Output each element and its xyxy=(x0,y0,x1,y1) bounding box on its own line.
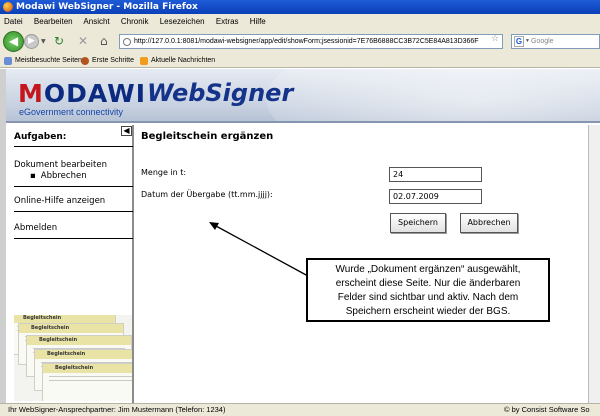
menu-ansicht[interactable]: Ansicht xyxy=(83,17,109,26)
quantity-field[interactable]: 24 xyxy=(389,167,482,182)
bookmark-star-icon[interactable]: ☆ xyxy=(491,34,499,44)
collapse-arrow-icon[interactable]: ◀ xyxy=(121,126,132,136)
callout-line: erscheint diese Seite. Nur die änderbare… xyxy=(335,278,521,289)
menu-chronik[interactable]: Chronik xyxy=(121,17,149,26)
site-icon xyxy=(123,38,131,46)
history-dropdown-icon[interactable]: ▼ xyxy=(41,38,46,45)
bookmarks-toolbar: Meistbesuchte Seiten Erste Schritte Aktu… xyxy=(0,54,600,68)
bookmark-latest-news[interactable]: Aktuelle Nachrichten xyxy=(140,54,215,68)
product-name: WebSigner xyxy=(147,79,294,107)
google-icon[interactable]: G xyxy=(514,36,524,47)
url-text: http://127.0.0.1:8081/modawi-websigner/a… xyxy=(134,38,479,45)
scrollbar[interactable] xyxy=(588,125,600,404)
document-thumbnails: Begleitschein Begleitschein Begleitschei… xyxy=(14,315,132,401)
menu-hilfe[interactable]: Hilfe xyxy=(250,17,266,26)
menu-lesezeichen[interactable]: Lesezeichen xyxy=(160,17,205,26)
navigation-toolbar: ◀ ▶ ▼ ↻ ✕ ⌂ http://127.0.0.1:8081/modawi… xyxy=(0,29,600,54)
menu-datei[interactable]: Datei xyxy=(4,17,23,26)
divider xyxy=(14,186,133,187)
window-title: Modawi WebSigner - Mozilla Firefox xyxy=(16,2,198,12)
divider xyxy=(14,146,133,147)
handover-date-label: Datum der Übergabe (tt.mm.jjjj): xyxy=(141,190,273,199)
bookmark-label: Erste Schritte xyxy=(92,57,135,64)
quantity-label: Menge in t: xyxy=(141,168,187,177)
sidebar-link-online-help[interactable]: Online-Hilfe anzeigen xyxy=(14,196,105,206)
menu-extras[interactable]: Extras xyxy=(216,17,239,26)
page-title: Begleitschein ergänzen xyxy=(141,131,274,142)
modawi-logo: MODAWI xyxy=(18,79,146,108)
reload-icon[interactable]: ↻ xyxy=(54,34,64,48)
sidebar-link-logout[interactable]: Abmelden xyxy=(14,223,57,233)
window-titlebar: Modawi WebSigner - Mozilla Firefox xyxy=(0,0,600,14)
forward-button[interactable]: ▶ xyxy=(24,34,39,49)
copyright: © by Consist Software So xyxy=(504,405,590,414)
menu-bar: Datei Bearbeiten Ansicht Chronik Lesezei… xyxy=(0,14,600,29)
logo-tagline: eGovernment connectivity xyxy=(19,107,124,117)
task-sidebar: ◀ Aufgaben: Dokument bearbeiten Abbreche… xyxy=(6,125,134,404)
contact-info: Ihr WebSigner-Ansprechpartner: Jim Muste… xyxy=(8,405,226,414)
banner-decoration xyxy=(266,69,600,121)
search-engine-dropdown-icon[interactable]: ▼ xyxy=(525,35,530,48)
annotation-callout: Wurde „Dokument ergänzen“ ausgewählt, er… xyxy=(306,258,550,322)
firefox-icon xyxy=(3,2,13,12)
stop-icon[interactable]: ✕ xyxy=(78,34,88,48)
bookmark-most-visited[interactable]: Meistbesuchte Seiten xyxy=(4,54,82,68)
search-placeholder: Google xyxy=(531,38,554,45)
thumbnail: Begleitschein xyxy=(42,363,132,401)
save-button[interactable]: Speichern xyxy=(390,213,446,233)
callout-line: Wurde „Dokument ergänzen“ ausgewählt, xyxy=(335,264,521,275)
handover-date-field[interactable]: 02.07.2009 xyxy=(389,189,482,204)
firefox-bookmark-icon xyxy=(81,57,89,65)
search-input[interactable]: G ▼ Google xyxy=(511,34,600,49)
divider xyxy=(14,238,133,239)
menu-bearbeiten[interactable]: Bearbeiten xyxy=(34,17,73,26)
app-banner: MODAWI WebSigner eGovernment connectivit… xyxy=(6,69,600,123)
bookmark-label: Aktuelle Nachrichten xyxy=(151,57,216,64)
rss-feed-icon xyxy=(140,57,148,65)
callout-line: Felder sind sichtbar und aktiv. Nach dem xyxy=(337,292,519,303)
bookmark-getting-started[interactable]: Erste Schritte xyxy=(81,54,134,68)
sidebar-heading: Aufgaben: xyxy=(14,132,67,142)
back-button[interactable]: ◀ xyxy=(3,31,24,52)
url-bar[interactable]: http://127.0.0.1:8081/modawi-websigner/a… xyxy=(119,34,503,49)
sidebar-link-edit-document[interactable]: Dokument bearbeiten xyxy=(14,160,107,170)
status-bar: Ihr WebSigner-Ansprechpartner: Jim Muste… xyxy=(0,403,600,416)
divider xyxy=(14,211,133,212)
cancel-button[interactable]: Abbrechen xyxy=(460,213,518,233)
home-icon[interactable]: ⌂ xyxy=(100,34,108,48)
callout-line: Speichern erscheint wieder der BGS. xyxy=(345,306,511,317)
bookmark-icon xyxy=(4,57,12,65)
sidebar-link-cancel[interactable]: Abbrechen xyxy=(30,171,87,181)
bookmark-label: Meistbesuchte Seiten xyxy=(15,57,82,64)
